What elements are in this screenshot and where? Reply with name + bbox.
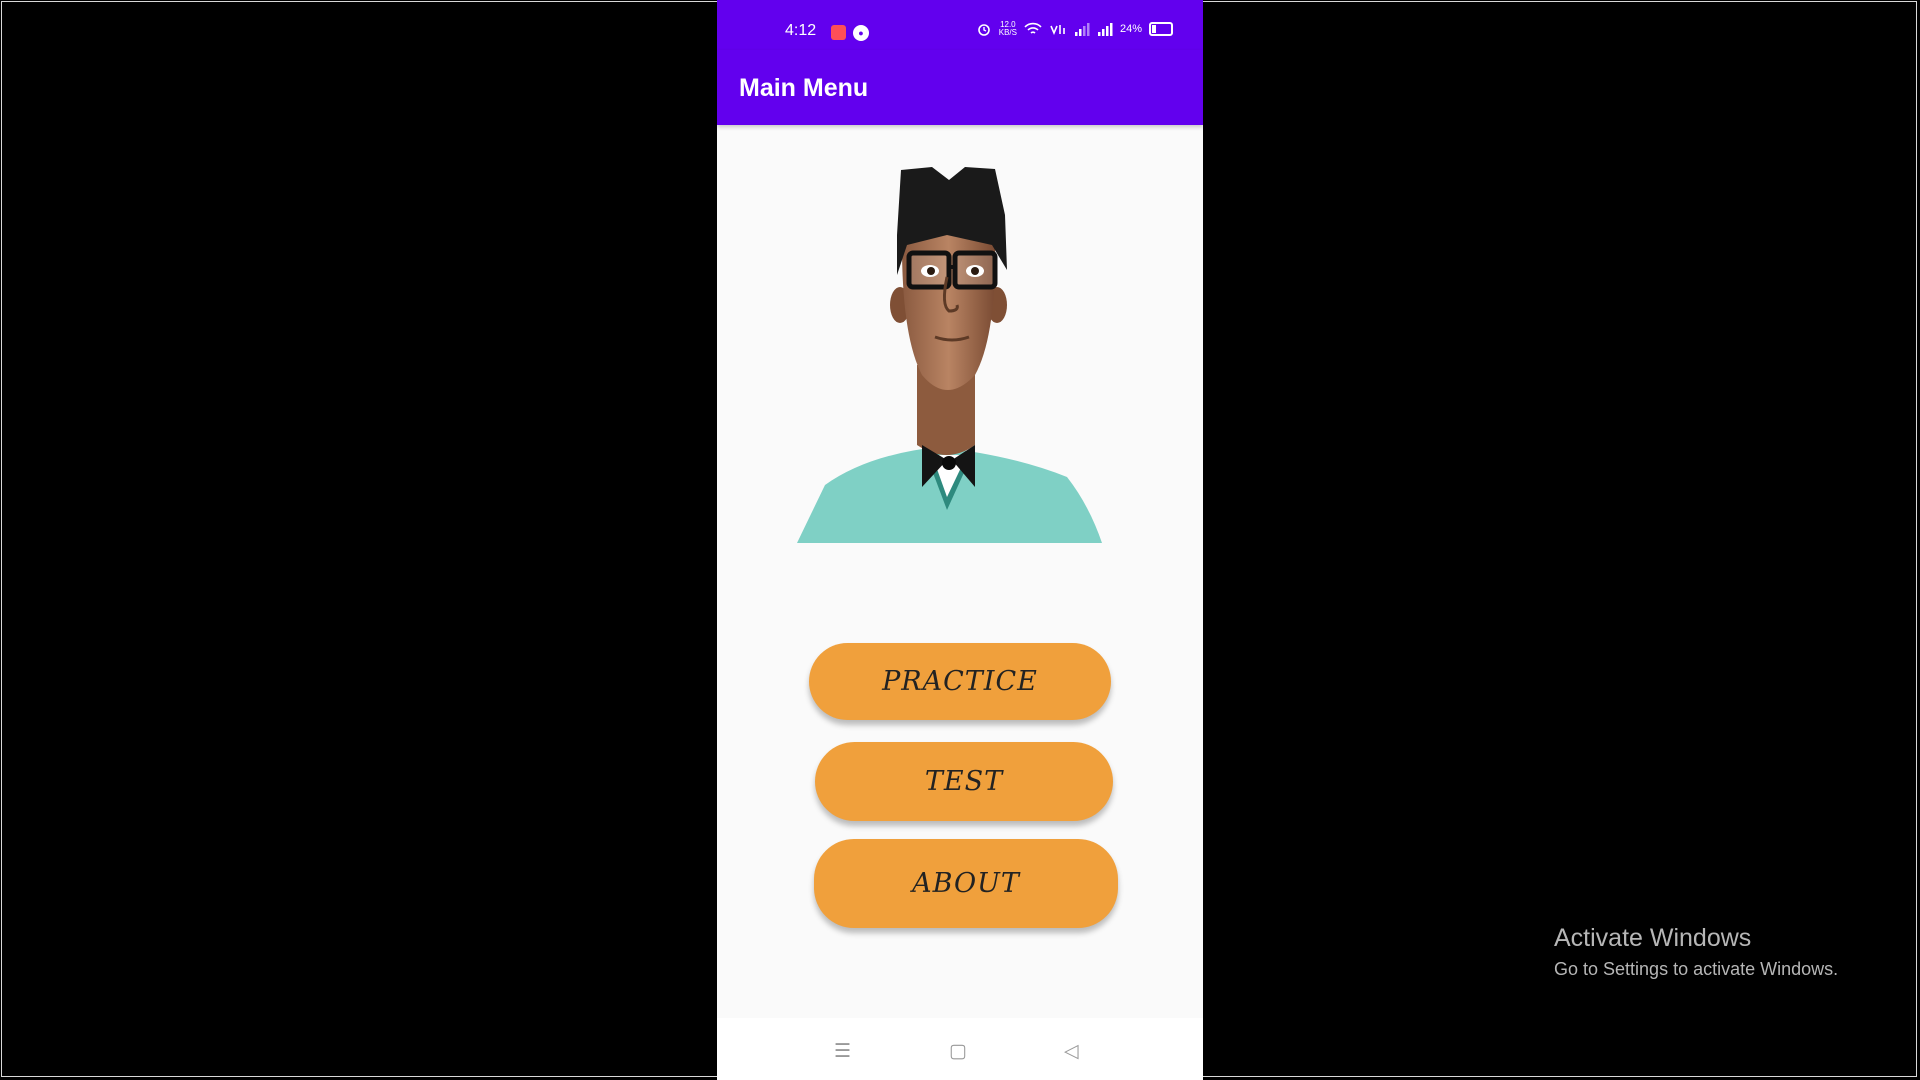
- recording-badge-icon: ●: [853, 25, 869, 41]
- recents-menu-icon[interactable]: ☰: [834, 1040, 851, 1063]
- page-title: Main Menu: [739, 74, 869, 102]
- signal-sim1-icon: [1074, 22, 1090, 36]
- battery-icon: [1149, 22, 1173, 36]
- avatar-image: [797, 167, 1102, 543]
- back-triangle-icon[interactable]: ◁: [1064, 1040, 1079, 1063]
- phone-screen: 4:12 ● 12.0 KB/S 24% Main Menu PRACTICE …: [717, 0, 1203, 1080]
- app-bar: Main Menu: [717, 50, 1203, 125]
- volte-signal-icon: [1050, 25, 1065, 36]
- status-time: 4:12: [785, 22, 817, 39]
- screen-recorder-icon: [831, 25, 846, 40]
- status-icons: 12.0 KB/S 24%: [976, 21, 1173, 37]
- avatar-illustration: [797, 165, 1102, 543]
- wifi-icon: [1024, 22, 1042, 34]
- battery-percent: 24%: [1119, 23, 1142, 35]
- battery-level-fill: [1152, 25, 1156, 33]
- signal-sim2-icon: [1097, 22, 1113, 36]
- test-button[interactable]: TEST: [815, 742, 1113, 821]
- practice-button[interactable]: PRACTICE: [809, 643, 1111, 720]
- network-speed-unit: KB/S: [998, 28, 1017, 37]
- system-navigation-bar: ☰ ▢ ◁: [717, 1018, 1203, 1080]
- watermark-title: Activate Windows: [1554, 924, 1752, 952]
- network-speed: 12.0 KB/S: [999, 21, 1017, 37]
- home-square-icon[interactable]: ▢: [949, 1040, 967, 1063]
- windows-activation-watermark: Activate Windows Go to Settings to activ…: [1554, 924, 1838, 980]
- about-button[interactable]: ABOUT: [814, 839, 1118, 928]
- watermark-subtitle: Go to Settings to activate Windows.: [1554, 959, 1839, 979]
- alarm-icon: [977, 24, 990, 36]
- status-bar: 4:12 ● 12.0 KB/S 24%: [717, 0, 1203, 50]
